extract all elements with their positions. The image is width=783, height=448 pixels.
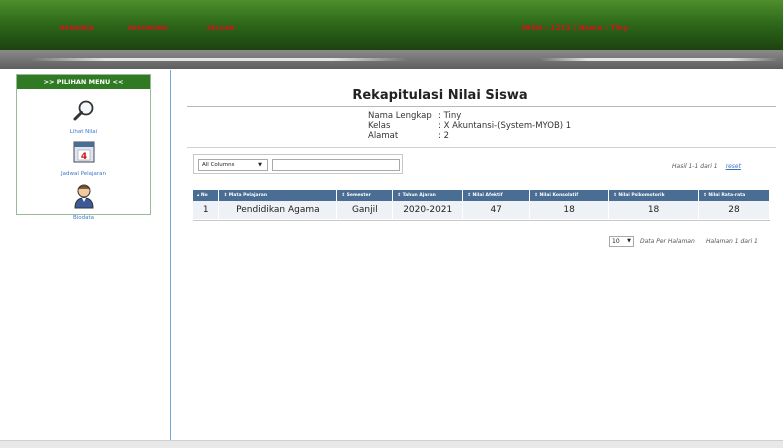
cell-semester: Ganjil — [336, 201, 394, 219]
sidebar-item-lihat-nilai[interactable]: Lihat Nilai — [17, 99, 150, 135]
column-filter-select[interactable]: All Columns ▼ — [198, 159, 268, 171]
sidebar-item-label[interactable]: Biodata — [17, 215, 150, 221]
page-size-value: 10 — [612, 238, 620, 245]
alamat-label: Alamat — [368, 131, 399, 141]
nav-beranda-link[interactable]: BERANDA — [60, 25, 94, 32]
per-page-label: Data Per Halaman — [640, 238, 695, 245]
cell-nilai-psikomotorik: 18 — [608, 201, 699, 219]
cell-nilai-konsolatif: 18 — [529, 201, 610, 219]
page-title: Rekapitulasi Nilai Siswa — [352, 88, 528, 103]
cell-mata-pelajaran: Pendidikan Agama — [218, 201, 338, 219]
sidebar-item-label[interactable]: Jadwal Pelajaran — [17, 171, 150, 177]
table-bottom-separator — [193, 220, 770, 221]
header-nilai-konsolatif[interactable]: ⇕ Nilai Konsolatif — [529, 190, 610, 201]
result-count-text: Hasil 1-1 dari 1 — [672, 163, 718, 170]
sidebar-menu: >> PILIHAN MENU << Lihat Nilai 4 Jadwal … — [16, 74, 151, 221]
nama-value: : Tiny — [438, 111, 462, 121]
result-info: Hasil 1-1 dari 1 reset — [672, 163, 741, 170]
top-navbar: BERANDA PASSWORD KELUAR NISN : 1213 | Na… — [0, 0, 783, 50]
decorative-shine-left — [30, 58, 408, 61]
cell-tahun-ajaran: 2020-2021 — [392, 201, 464, 219]
header-semester[interactable]: ⇕ Semester — [336, 190, 394, 201]
student-info: Nama Lengkap : Tiny Kelas : X Akuntansi-(S… — [368, 111, 571, 141]
cell-nilai-afektif: 47 — [462, 201, 531, 219]
cell-no: 1 — [193, 201, 220, 219]
sidebar-menu-header: >> PILIHAN MENU << — [17, 75, 150, 89]
sidebar-item-jadwal-pelajaran[interactable]: 4 Jadwal Pelajaran — [17, 139, 150, 177]
table-header-row: ▴ No ⇕ Mata Pelajaran ⇕ Semester ⇕ Tahun… — [193, 190, 770, 201]
header-nilai-rata-rata[interactable]: ⇕ Nilai Rata-rata — [698, 190, 770, 201]
user-icon[interactable] — [72, 183, 96, 209]
bottom-scrollbar-strip[interactable] — [0, 440, 783, 448]
header-mata-pelajaran[interactable]: ⇕ Mata Pelajaran — [218, 190, 338, 201]
filter-search-input[interactable] — [272, 159, 400, 171]
table-row: 1 Pendidikan Agama Ganjil 2020-2021 47 1… — [193, 201, 770, 219]
chevron-down-icon: ▼ — [627, 238, 631, 244]
cell-nilai-rata-rata: 28 — [698, 201, 770, 219]
header-nilai-psikomotorik[interactable]: ⇕ Nilai Psikomotorik — [608, 190, 699, 201]
info-separator — [187, 147, 776, 148]
sidebar-item-biodata[interactable]: Biodata — [17, 183, 150, 221]
kelas-label: Kelas — [368, 121, 391, 131]
filter-box: All Columns ▼ — [193, 154, 403, 174]
sidebar-item-label[interactable]: Lihat Nilai — [17, 129, 150, 135]
page-indicator: Halaman 1 dari 1 — [706, 238, 758, 245]
svg-text:4: 4 — [80, 152, 86, 162]
header-tahun-ajaran[interactable]: ⇕ Tahun Ajaran — [392, 190, 464, 201]
reset-link[interactable]: reset — [726, 163, 741, 170]
column-filter-value: All Columns — [202, 162, 235, 168]
decorative-shine-right — [540, 58, 778, 61]
sub-header-bar — [0, 50, 783, 69]
kelas-value: : X Akuntansi-(System-MYOB) 1 — [438, 121, 572, 131]
page-size-select[interactable]: 10 ▼ — [609, 236, 634, 247]
calendar-icon[interactable]: 4 — [71, 139, 97, 165]
nav-keluar-link[interactable]: KELUAR — [207, 25, 235, 32]
alamat-value: : 2 — [438, 131, 449, 141]
nama-label: Nama Lengkap — [368, 111, 432, 121]
header-nilai-afektif[interactable]: ⇕ Nilai Afektif — [462, 190, 531, 201]
chevron-down-icon: ▼ — [258, 162, 262, 168]
grades-table: ▴ No ⇕ Mata Pelajaran ⇕ Semester ⇕ Tahun… — [193, 190, 770, 219]
content-divider — [170, 70, 171, 440]
magnifier-icon[interactable] — [72, 99, 96, 123]
nav-password-link[interactable]: PASSWORD — [128, 25, 168, 32]
user-info-text: NISN : 1213 | Nama : Tiny — [522, 24, 628, 32]
title-separator — [187, 106, 776, 107]
header-no[interactable]: ▴ No — [193, 190, 220, 201]
